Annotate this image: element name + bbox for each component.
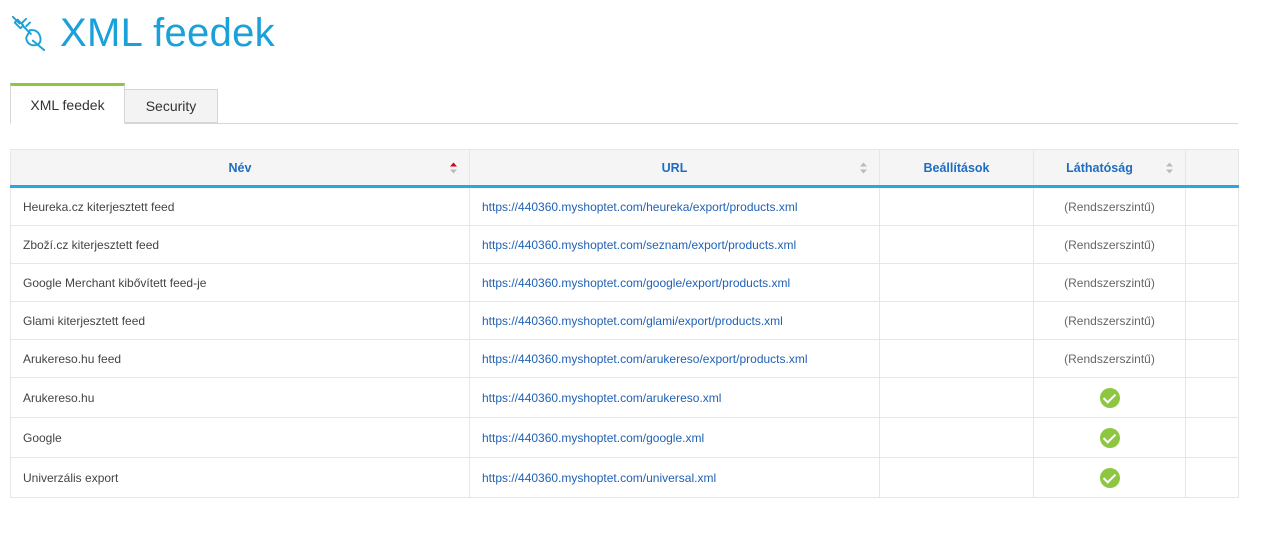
feed-name: Arukereso.hu feed	[10, 339, 470, 378]
visibility-text: (Rendszerszintű)	[1033, 263, 1186, 302]
table-row[interactable]: Google https://440360.myshoptet.com/goog…	[10, 417, 1239, 458]
table-row[interactable]: Glami kiterjesztett feed https://440360.…	[10, 301, 1239, 340]
column-header-url[interactable]: URL	[469, 149, 880, 188]
table-row[interactable]: Zboží.cz kiterjesztett feed https://4403…	[10, 225, 1239, 264]
tab-bar: XML feedek Security	[10, 83, 1238, 124]
feed-name: Google	[10, 417, 470, 458]
table-row[interactable]: Heureka.cz kiterjesztett feed https://44…	[10, 186, 1239, 226]
sort-asc-icon	[450, 162, 457, 173]
feed-name: Glami kiterjesztett feed	[10, 301, 470, 340]
settings-cell	[879, 263, 1034, 302]
check-icon	[1099, 427, 1120, 448]
sort-icon	[860, 162, 867, 173]
settings-cell	[879, 417, 1034, 458]
visibility-text: (Rendszerszintű)	[1033, 186, 1186, 226]
feed-name: Zboží.cz kiterjesztett feed	[10, 225, 470, 264]
settings-cell	[879, 377, 1034, 418]
sort-icon	[1166, 162, 1173, 173]
actions-cell	[1185, 377, 1239, 418]
column-header-actions	[1185, 149, 1239, 188]
column-header-visibility[interactable]: Láthatóság	[1033, 149, 1186, 188]
feed-name: Arukereso.hu	[10, 377, 470, 418]
page-title: XML feedek	[60, 10, 275, 55]
feed-name: Heureka.cz kiterjesztett feed	[10, 186, 470, 226]
actions-cell	[1185, 263, 1239, 302]
feed-url-link[interactable]: https://440360.myshoptet.com/arukereso.x…	[482, 391, 721, 405]
actions-cell	[1185, 301, 1239, 340]
feed-url-link[interactable]: https://440360.myshoptet.com/universal.x…	[482, 471, 716, 485]
settings-cell	[879, 339, 1034, 378]
feed-url-link[interactable]: https://440360.myshoptet.com/google.xml	[482, 431, 704, 445]
settings-cell	[879, 301, 1034, 340]
visibility-text: (Rendszerszintű)	[1033, 225, 1186, 264]
column-header-name[interactable]: Név	[10, 149, 470, 188]
actions-cell	[1185, 457, 1239, 498]
feed-name: Univerzális export	[10, 457, 470, 498]
feed-url-link[interactable]: https://440360.myshoptet.com/seznam/expo…	[482, 238, 796, 252]
tab-security[interactable]: Security	[125, 89, 218, 123]
visibility-text: (Rendszerszintű)	[1033, 339, 1186, 378]
tab-xml-feedek[interactable]: XML feedek	[10, 83, 125, 124]
settings-cell	[879, 225, 1034, 264]
feed-url-link[interactable]: https://440360.myshoptet.com/glami/expor…	[482, 314, 783, 328]
actions-cell	[1185, 339, 1239, 378]
plug-icon	[11, 15, 46, 52]
check-icon	[1099, 387, 1120, 408]
table-row[interactable]: Arukereso.hu https://440360.myshoptet.co…	[10, 377, 1239, 418]
feed-url-link[interactable]: https://440360.myshoptet.com/arukereso/e…	[482, 352, 808, 366]
settings-cell	[879, 186, 1034, 226]
actions-cell	[1185, 225, 1239, 264]
visibility-text: (Rendszerszintű)	[1033, 301, 1186, 340]
feed-url-link[interactable]: https://440360.myshoptet.com/heureka/exp…	[482, 200, 798, 214]
table-row[interactable]: Google Merchant kibővített feed-je https…	[10, 263, 1239, 302]
actions-cell	[1185, 417, 1239, 458]
feed-name: Google Merchant kibővített feed-je	[10, 263, 470, 302]
table-header-row: Név URL Beállítások Láthatóság	[10, 149, 1239, 188]
feed-url-link[interactable]: https://440360.myshoptet.com/google/expo…	[482, 276, 790, 290]
page-header: XML feedek	[10, 8, 275, 58]
column-header-settings: Beállítások	[879, 149, 1034, 188]
check-icon	[1099, 467, 1120, 488]
feeds-table: Név URL Beállítások Láthatóság Heureka.c…	[10, 149, 1239, 498]
table-row[interactable]: Univerzális export https://440360.myshop…	[10, 457, 1239, 498]
table-row[interactable]: Arukereso.hu feed https://440360.myshopt…	[10, 339, 1239, 378]
settings-cell	[879, 457, 1034, 498]
actions-cell	[1185, 186, 1239, 226]
